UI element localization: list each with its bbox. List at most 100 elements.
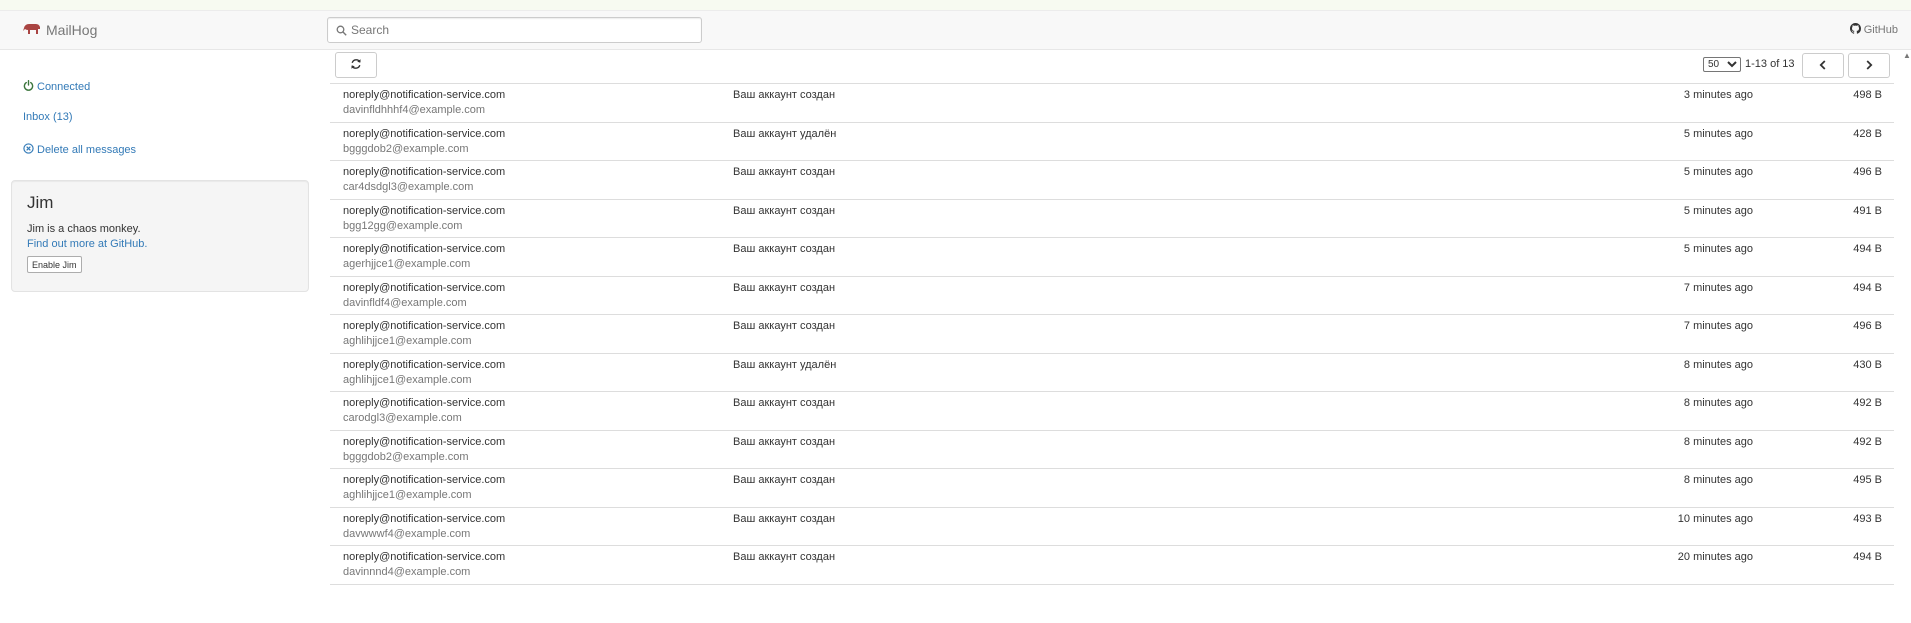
message-subject: Ваш аккаунт создан <box>733 435 836 448</box>
message-from: noreply@notification-service.com <box>343 551 506 563</box>
message-subject: Ваш аккаунт создан <box>733 281 836 294</box>
sidebar-item-inbox[interactable]: Inbox (13) <box>23 111 73 123</box>
message-from: noreply@notification-service.com <box>343 512 506 525</box>
message-row[interactable]: noreply@notification-service.com aghlihj… <box>330 469 1894 508</box>
remove-circle-icon <box>23 143 37 157</box>
message-row[interactable]: noreply@notification-service.com car4dsd… <box>330 161 1894 200</box>
message-subject: Ваш аккаунт создан <box>733 204 836 217</box>
message-row[interactable]: noreply@notification-service.com davinnn… <box>330 546 1894 585</box>
message-to: davwwwf4@example.com <box>343 527 471 540</box>
message-size: 493 B <box>1853 512 1882 525</box>
search-input[interactable] <box>351 18 696 42</box>
connected-label: Connected <box>37 81 91 93</box>
message-from: noreply@notification-service.com <box>343 127 506 140</box>
message-to: carodgl3@example.com <box>343 412 462 424</box>
message-from: noreply@notification-service.com <box>343 281 506 294</box>
mailhog-logo-icon <box>23 22 46 38</box>
message-time: 5 minutes ago <box>1683 127 1753 140</box>
message-subject: Ваш аккаунт создан <box>733 551 836 563</box>
message-time: 8 minutes ago <box>1683 435 1753 448</box>
message-list: noreply@notification-service.com davinfl… <box>330 83 1894 585</box>
message-size: 496 B <box>1853 166 1882 178</box>
message-from: noreply@notification-service.com <box>343 204 506 217</box>
message-subject: Ваш аккаунт удалён <box>733 358 837 371</box>
scrollbar-up-arrow[interactable]: ▲ <box>1903 52 1911 60</box>
connection-status: Connected <box>23 80 90 94</box>
message-subject: Ваш аккаунт создан <box>733 474 836 486</box>
message-subject: Ваш аккаунт создан <box>733 243 836 255</box>
message-size: 492 B <box>1853 435 1882 448</box>
message-row[interactable]: noreply@notification-service.com bgggdob… <box>330 123 1894 161</box>
delete-all-label: Delete all messages <box>37 144 137 156</box>
message-row[interactable]: noreply@notification-service.com davinfl… <box>330 277 1894 315</box>
message-size: 496 B <box>1853 320 1882 332</box>
message-subject: Ваш аккаунт создан <box>733 397 836 409</box>
jim-github-link[interactable]: Find out more at GitHub. <box>27 238 147 250</box>
message-size: 495 B <box>1853 474 1882 486</box>
refresh-button[interactable] <box>335 52 377 78</box>
next-page-button[interactable] <box>1848 53 1890 78</box>
message-time: 5 minutes ago <box>1683 243 1753 255</box>
inbox-label: Inbox (13) <box>23 111 73 123</box>
chevron-left-icon <box>1818 59 1828 73</box>
message-row[interactable]: noreply@notification-service.com carodgl… <box>330 392 1894 431</box>
message-to: car4dsdgl3@example.com <box>343 181 474 193</box>
message-from: noreply@notification-service.com <box>343 358 506 371</box>
github-icon <box>1849 23 1864 37</box>
message-time: 8 minutes ago <box>1683 358 1753 371</box>
message-to: bgggdob2@example.com <box>343 142 469 155</box>
message-to: davinnnd4@example.com <box>343 566 471 578</box>
top-strip <box>0 0 1911 11</box>
search-box <box>327 17 702 43</box>
brand[interactable]: MailHog <box>23 20 97 40</box>
message-subject: Ваш аккаунт удалён <box>733 127 837 140</box>
per-page-select[interactable]: 50 <box>1703 57 1741 72</box>
message-from: noreply@notification-service.com <box>343 243 506 255</box>
message-row[interactable]: noreply@notification-service.com bgggdob… <box>330 431 1894 469</box>
github-link[interactable]: GitHub <box>1849 23 1898 37</box>
message-size: 430 B <box>1853 358 1882 371</box>
message-time: 10 minutes ago <box>1677 512 1753 525</box>
power-icon <box>23 80 37 94</box>
message-row[interactable]: noreply@notification-service.com aghlihj… <box>330 315 1894 354</box>
message-from: noreply@notification-service.com <box>343 474 506 486</box>
chevron-right-icon <box>1864 59 1874 73</box>
brand-name: MailHog <box>46 22 98 38</box>
message-size: 491 B <box>1853 204 1882 217</box>
github-label: GitHub <box>1863 24 1898 36</box>
message-from: noreply@notification-service.com <box>343 320 506 332</box>
message-to: agerhjjce1@example.com <box>343 258 471 270</box>
message-time: 3 minutes ago <box>1683 89 1753 101</box>
message-row[interactable]: noreply@notification-service.com aghlihj… <box>330 354 1894 392</box>
message-toolbar: 50 1-13 of 13 <box>330 50 1894 84</box>
message-size: 494 B <box>1853 243 1882 255</box>
message-size: 498 B <box>1853 89 1882 101</box>
delete-all-messages-link[interactable]: Delete all messages <box>23 143 136 157</box>
message-time: 7 minutes ago <box>1683 320 1753 332</box>
message-time: 20 minutes ago <box>1677 551 1753 563</box>
message-size: 492 B <box>1853 397 1882 409</box>
message-row[interactable]: noreply@notification-service.com bgg12gg… <box>330 200 1894 238</box>
message-to: aghlihjjce1@example.com <box>343 373 472 386</box>
message-to: davinfldhhhf4@example.com <box>343 104 486 116</box>
message-from: noreply@notification-service.com <box>343 397 506 409</box>
message-row[interactable]: noreply@notification-service.com davinfl… <box>330 84 1894 123</box>
message-row[interactable]: noreply@notification-service.com agerhjj… <box>330 238 1894 277</box>
message-subject: Ваш аккаунт создан <box>733 320 836 332</box>
message-subject: Ваш аккаунт создан <box>733 89 836 101</box>
message-from: noreply@notification-service.com <box>343 166 506 178</box>
enable-jim-button[interactable]: Enable Jim <box>27 256 82 273</box>
message-time: 5 minutes ago <box>1683 166 1753 178</box>
message-size: 428 B <box>1853 127 1882 140</box>
jim-title: Jim <box>27 193 54 212</box>
message-size: 494 B <box>1853 281 1882 294</box>
jim-panel: Jim Jim is a chaos monkey. Find out more… <box>11 180 309 292</box>
navbar: MailHog GitHub <box>0 11 1911 50</box>
message-time: 7 minutes ago <box>1683 281 1753 294</box>
message-from: noreply@notification-service.com <box>343 435 506 448</box>
message-row[interactable]: noreply@notification-service.com davwwwf… <box>330 508 1894 546</box>
message-time: 5 minutes ago <box>1683 204 1753 217</box>
message-time: 8 minutes ago <box>1683 474 1753 486</box>
message-to: bgg12gg@example.com <box>343 219 463 232</box>
previous-page-button[interactable] <box>1802 53 1844 78</box>
